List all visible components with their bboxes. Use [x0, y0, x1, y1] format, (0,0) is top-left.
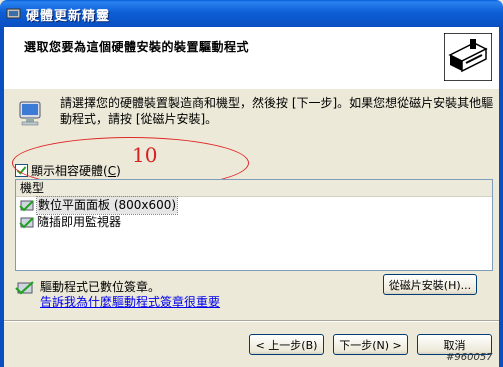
monitor-icon — [19, 101, 41, 126]
signed-driver-icon — [19, 216, 34, 228]
next-button[interactable]: 下一步(N) > — [333, 334, 408, 355]
digital-signature-icon — [15, 281, 34, 295]
footer-divider — [4, 320, 499, 322]
hardware-card-icon — [444, 33, 492, 81]
wizard-icon — [6, 8, 21, 19]
model-column-header[interactable]: 機型 — [16, 180, 492, 197]
list-item[interactable]: 隨插即用監視器 — [16, 214, 492, 231]
back-button[interactable]: < 上一步(B) — [249, 334, 324, 355]
instruction-text: 請選擇您的硬體裝置製造商和機型，然後按 [下一步]。如果您想從磁片安裝其他驅動程… — [60, 96, 494, 126]
annotation-number: 10 — [132, 143, 158, 167]
page-title: 選取您要為這個硬體安裝的裝置驅動程式 — [24, 40, 250, 54]
window-frame-right — [499, 27, 503, 367]
have-disk-button[interactable]: 從磁片安裝(H)... — [383, 274, 477, 295]
watermark: #960057 — [446, 352, 493, 363]
header-divider — [4, 88, 499, 89]
signed-driver-icon — [19, 199, 34, 211]
model-item-label: 數位平面面板 (800x600) — [35, 196, 179, 215]
list-item[interactable]: 數位平面面板 (800x600) — [16, 196, 492, 215]
title-bar[interactable]: 硬體更新精靈 — [0, 0, 503, 27]
model-item-label: 隨插即用監視器 — [37, 215, 122, 229]
wizard-header: 選取您要為這個硬體安裝的裝置驅動程式 — [4, 27, 499, 89]
model-listbox[interactable]: 機型 數位平面面板 (800x600) 隨插即用監視器 — [15, 179, 493, 271]
window-title: 硬體更新精靈 — [26, 9, 111, 24]
signature-info-link[interactable]: 告訴我為什麼驅動程式簽章很重要 — [40, 293, 220, 310]
